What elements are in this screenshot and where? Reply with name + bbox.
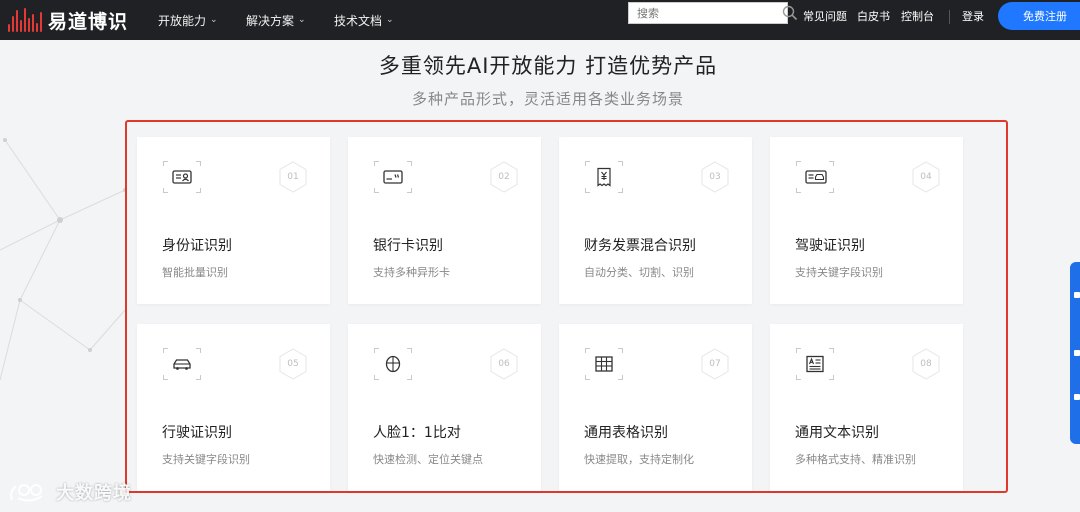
card-number: 07 [709, 359, 721, 369]
card-number: 05 [287, 359, 299, 369]
faq-link[interactable]: 常见问题 [803, 0, 847, 32]
brand-logo[interactable]: 易道博识 [8, 3, 128, 37]
card-description: 支持关键字段识别 [162, 453, 250, 466]
console-link[interactable]: 控制台 [901, 0, 934, 32]
section-title: 多重领先AI开放能力 打造优势产品 [378, 54, 718, 78]
text-document-icon [796, 348, 834, 380]
card-title: 身份证识别 [162, 238, 232, 254]
face-icon [374, 348, 412, 380]
card-description: 多种格式支持、精准识别 [795, 453, 916, 466]
top-navigation-bar: 易道博识 开放能力 ⌄ 解决方案 ⌄ 技术文档 ⌄ 常见问题 白皮书 控制台 登… [0, 0, 1080, 40]
card-title: 人脸1：1比对 [373, 425, 461, 441]
product-card-invoice[interactable]: 03 财务发票混合识别 自动分类、切割、识别 [559, 137, 752, 304]
card-title: 银行卡识别 [373, 238, 443, 254]
bank-card-icon [374, 161, 412, 193]
login-link[interactable]: 登录 [962, 0, 984, 32]
invoice-icon [585, 161, 623, 193]
card-number-badge: 08 [911, 348, 941, 380]
card-number-badge: 04 [911, 161, 941, 193]
card-title: 财务发票混合识别 [584, 238, 696, 254]
card-number-badge: 03 [700, 161, 730, 193]
card-title: 驾驶证识别 [795, 238, 865, 254]
card-description: 支持多种异形卡 [373, 266, 450, 279]
nav-item-solutions[interactable]: 解决方案 ⌄ [246, 0, 306, 40]
product-card-text[interactable]: 08 通用文本识别 多种格式支持、精准识别 [770, 324, 963, 491]
network-background-decoration [0, 138, 127, 381]
product-card-vehicle-license[interactable]: 05 行驶证识别 支持关键字段识别 [137, 324, 330, 491]
search-input[interactable] [629, 3, 782, 23]
nav-item-label: 开放能力 [158, 13, 207, 28]
sound-bars-logo-icon [8, 8, 42, 32]
card-title: 通用表格识别 [584, 425, 668, 441]
search-box [628, 2, 798, 24]
card-number: 08 [920, 359, 932, 369]
section-subtitle: 多种产品形式，灵活适用各类业务场景 [411, 90, 684, 108]
card-number-badge: 06 [489, 348, 519, 380]
card-description: 快速检测、定位关键点 [373, 453, 483, 466]
side-contact-tab[interactable] [1070, 262, 1080, 444]
card-number: 03 [709, 172, 721, 182]
card-number-badge: 01 [278, 161, 308, 193]
product-card-id-card[interactable]: 01 身份证识别 智能批量识别 [137, 137, 330, 304]
watermark-text: 大数跨境 [56, 483, 132, 504]
card-title: 通用文本识别 [795, 425, 879, 441]
chevron-down-icon: ⌄ [298, 15, 306, 25]
whitepaper-link[interactable]: 白皮书 [857, 0, 890, 32]
card-title: 行驶证识别 [162, 425, 232, 441]
chevron-down-icon: ⌄ [386, 15, 394, 25]
nav-item-label: 技术文档 [334, 13, 383, 28]
card-description: 智能批量识别 [162, 266, 228, 279]
product-card-table[interactable]: 07 通用表格识别 快速提取，支持定制化 [559, 324, 752, 491]
watermark-logo-icon [10, 484, 43, 502]
table-icon [585, 348, 623, 380]
divider [949, 10, 950, 24]
car-icon [163, 348, 201, 380]
card-description: 快速提取，支持定制化 [584, 453, 694, 466]
free-register-button[interactable]: 免费注册 [998, 2, 1080, 30]
nav-item-label: 解决方案 [246, 13, 295, 28]
search-icon[interactable] [782, 2, 798, 24]
watermark: 大数跨境 [8, 478, 132, 506]
card-number-badge: 07 [700, 348, 730, 380]
product-card-bank-card[interactable]: 02 银行卡识别 支持多种异形卡 [348, 137, 541, 304]
card-number-badge: 02 [489, 161, 519, 193]
card-description: 自动分类、切割、识别 [584, 266, 694, 279]
nav-item-open-capabilities[interactable]: 开放能力 ⌄ [158, 0, 218, 40]
card-number: 06 [498, 359, 510, 369]
id-card-icon [163, 161, 201, 193]
card-number: 02 [498, 172, 510, 182]
card-number: 04 [920, 172, 932, 182]
card-number: 01 [287, 172, 299, 182]
card-number-badge: 05 [278, 348, 308, 380]
chevron-down-icon: ⌄ [210, 15, 218, 25]
brand-name: 易道博识 [48, 10, 129, 33]
product-card-driver-license[interactable]: 04 驾驶证识别 支持关键字段识别 [770, 137, 963, 304]
nav-item-tech-docs[interactable]: 技术文档 ⌄ [334, 0, 394, 40]
driver-license-icon [796, 161, 834, 193]
card-description: 支持关键字段识别 [795, 266, 883, 279]
product-card-face-compare[interactable]: 06 人脸1：1比对 快速检测、定位关键点 [348, 324, 541, 491]
